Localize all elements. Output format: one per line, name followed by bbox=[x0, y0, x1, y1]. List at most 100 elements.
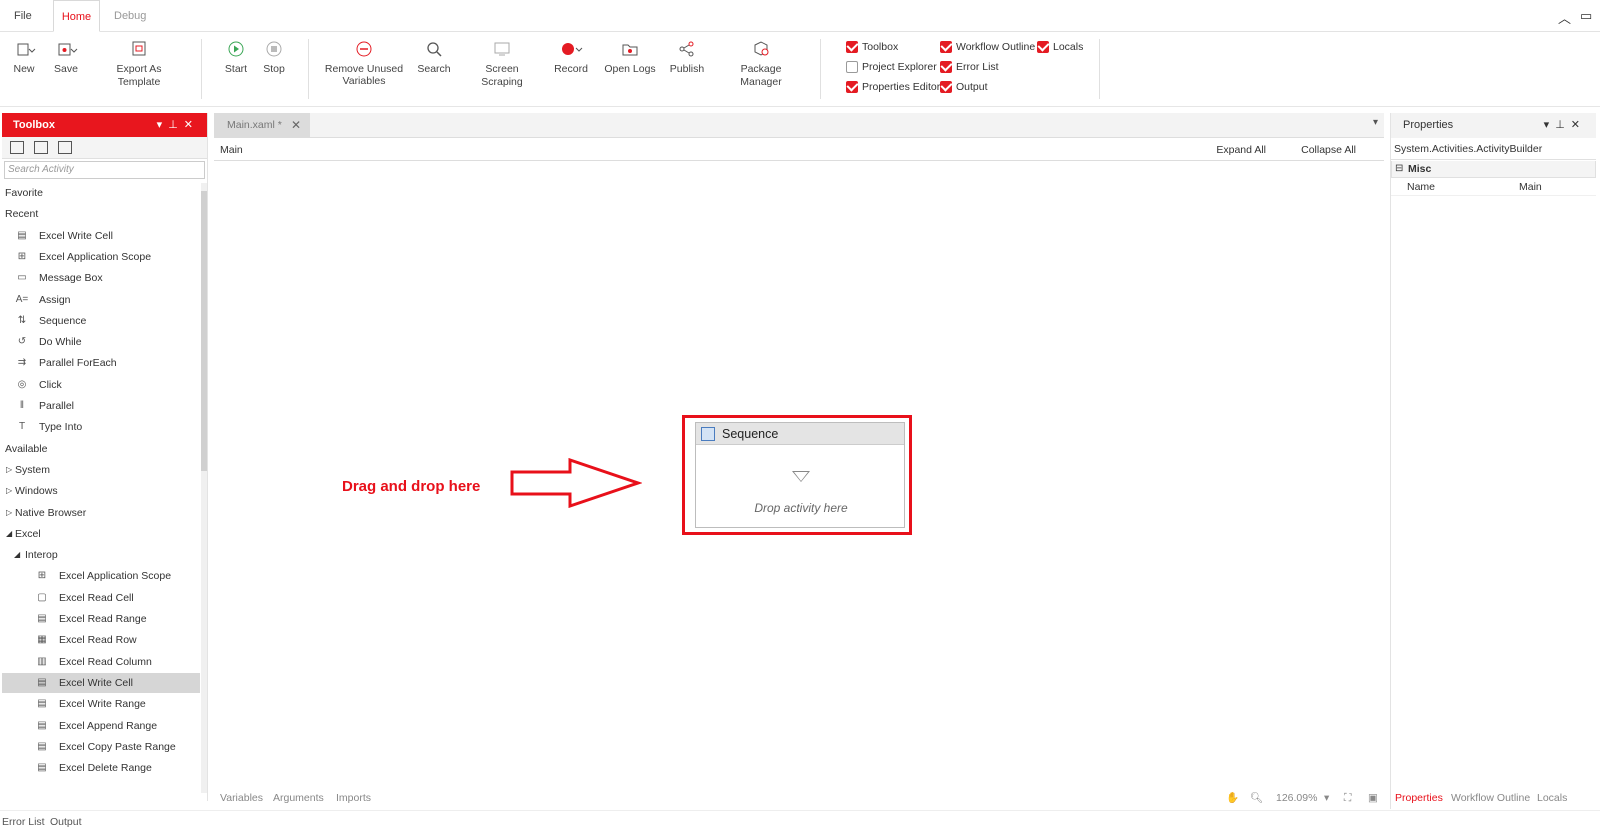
toolbox-activity-item[interactable]: ▤ Excel Read Range bbox=[2, 609, 200, 629]
new-button[interactable]: New bbox=[8, 37, 40, 76]
checkbox-checked-icon bbox=[846, 81, 858, 93]
toolbox-group[interactable]: ◢ Interop bbox=[2, 545, 200, 565]
toolbox-activity-item[interactable]: ‖ Parallel bbox=[2, 396, 200, 416]
collapse-all-icon[interactable] bbox=[34, 141, 48, 154]
tab-home[interactable]: Home bbox=[53, 0, 100, 32]
tab-overflow-icon[interactable]: ▾ bbox=[1373, 117, 1378, 128]
property-row[interactable]: Name Main bbox=[1391, 178, 1596, 196]
toolbox-activity-item[interactable]: ⊞ Excel Application Scope bbox=[2, 247, 200, 267]
expanded-arrow-icon[interactable]: ◢ bbox=[6, 524, 12, 544]
zoom-level[interactable]: 126.09% bbox=[1276, 788, 1317, 808]
notifications-icon[interactable]: ▭ bbox=[1580, 8, 1592, 24]
toolbox-activity-item[interactable]: ▥ Excel Read Column bbox=[2, 652, 200, 672]
locals-panel-checkbox[interactable]: Locals bbox=[1037, 41, 1083, 53]
search-button[interactable]: Search bbox=[415, 37, 453, 76]
designer-canvas[interactable]: Drag and drop here Sequence Drop activit… bbox=[214, 162, 1384, 788]
expand-all-button[interactable]: Expand All bbox=[1216, 139, 1266, 161]
properties-editor-panel-checkbox[interactable]: Properties Editor bbox=[846, 81, 940, 93]
toolbox-activity-item[interactable]: T Type Into bbox=[2, 417, 200, 437]
export-as-template-button[interactable]: Export As Template bbox=[94, 37, 184, 89]
publish-button[interactable]: Publish bbox=[667, 37, 707, 76]
package-manager-button[interactable]: Package Manager bbox=[720, 37, 802, 89]
open-logs-button[interactable]: Open Logs bbox=[604, 37, 656, 76]
toolbox-activity-item[interactable]: ⇅ Sequence bbox=[2, 311, 200, 331]
checkbox-checked-icon bbox=[940, 81, 952, 93]
start-label: Start bbox=[224, 63, 248, 75]
toolbox-activity-item[interactable]: ▤ Excel Delete Range bbox=[2, 758, 200, 778]
list-view-icon[interactable] bbox=[58, 141, 72, 154]
collapse-all-button[interactable]: Collapse All bbox=[1301, 139, 1356, 161]
screen-scraping-button[interactable]: Screen Scraping bbox=[464, 37, 540, 89]
overview-icon[interactable]: ▣ bbox=[1368, 788, 1378, 808]
tab-main-xaml[interactable]: Main.xaml * ✕ bbox=[214, 113, 310, 138]
toolbox-activity-item[interactable]: ▭ Message Box bbox=[2, 268, 200, 288]
toolbox-activity-item[interactable]: ▤ Excel Copy Paste Range bbox=[2, 737, 200, 757]
collapse-ribbon-icon[interactable]: ︿ bbox=[1558, 8, 1571, 27]
toolbox-activity-item[interactable]: ▤ Excel Append Range bbox=[2, 716, 200, 736]
expand-all-icon[interactable] bbox=[10, 141, 24, 154]
toolbox-activity-item[interactable]: ▤ Excel Write Cell bbox=[2, 672, 200, 693]
sequence-header[interactable]: Sequence bbox=[696, 423, 904, 445]
collapsed-arrow-icon[interactable]: ▷ bbox=[6, 460, 12, 480]
sequence-activity[interactable]: Sequence Drop activity here bbox=[695, 422, 905, 528]
drop-activity-placeholder[interactable]: Drop activity here bbox=[696, 501, 906, 515]
remove-unused-variables-button[interactable]: Remove Unused Variables bbox=[322, 37, 406, 87]
close-icon[interactable]: ✕ bbox=[291, 113, 301, 138]
output-tab[interactable]: Output bbox=[50, 811, 82, 832]
hand-pan-icon[interactable]: ✋ bbox=[1226, 788, 1239, 808]
close-icon[interactable]: ✕ bbox=[184, 119, 199, 131]
toolbox-activity-item[interactable]: ▤ Excel Write Range bbox=[2, 694, 200, 714]
zoom-icon[interactable]: 🔍︎ bbox=[1250, 788, 1263, 808]
start-button[interactable]: Start bbox=[220, 37, 252, 76]
toolbox-search-input[interactable]: Search Activity bbox=[4, 161, 205, 179]
project-explorer-panel-checkbox[interactable]: Project Explorer bbox=[846, 61, 937, 73]
workflow-outline-panel-checkbox[interactable]: Workflow Outline bbox=[940, 41, 1035, 53]
toolbox-activity-item[interactable]: ⊞ Excel Application Scope bbox=[2, 566, 200, 586]
tab-workflow-outline[interactable]: Workflow Outline bbox=[1451, 787, 1530, 809]
error-list-panel-checkbox[interactable]: Error List bbox=[940, 61, 999, 73]
variables-tab[interactable]: Variables bbox=[220, 788, 263, 808]
error-list-tab[interactable]: Error List bbox=[2, 811, 45, 832]
toolbox-activity-item[interactable]: ⇉ Parallel ForEach bbox=[2, 353, 200, 373]
pin-icon[interactable]: ⊥ bbox=[1555, 119, 1571, 131]
save-button[interactable]: Save bbox=[50, 37, 82, 76]
toolbox-item-label: Excel Application Scope bbox=[59, 570, 172, 583]
record-button[interactable]: Record bbox=[553, 37, 589, 76]
property-value[interactable]: Main bbox=[1519, 178, 1542, 196]
toolbox-activity-item[interactable]: ↺ Do While bbox=[2, 332, 200, 352]
dropdown-icon[interactable]: ▾ bbox=[157, 119, 169, 131]
toolbox-group[interactable]: ▷ Windows bbox=[2, 481, 200, 501]
tab-locals[interactable]: Locals bbox=[1537, 787, 1567, 809]
collapsed-arrow-icon[interactable]: ▷ bbox=[6, 503, 12, 523]
toolbox-activity-item[interactable]: A= Assign bbox=[2, 290, 200, 310]
toolbox-panel-checkbox[interactable]: Toolbox bbox=[846, 41, 898, 53]
dropdown-icon[interactable]: ▾ bbox=[1544, 119, 1556, 131]
toolbox-group[interactable]: ▷ System bbox=[2, 460, 200, 480]
excel-scope-icon: ⊞ bbox=[17, 250, 27, 262]
toolbox-activity-item[interactable]: ◎ Click bbox=[2, 375, 200, 395]
tab-file[interactable]: File bbox=[4, 0, 42, 32]
tab-properties[interactable]: Properties bbox=[1395, 787, 1443, 809]
collapsed-arrow-icon[interactable]: ▷ bbox=[6, 481, 12, 501]
toolbox-item-label: Windows bbox=[15, 485, 58, 498]
output-panel-checkbox[interactable]: Output bbox=[940, 81, 988, 93]
arguments-tab[interactable]: Arguments bbox=[273, 788, 324, 808]
toolbox-group[interactable]: ◢ Excel bbox=[2, 524, 200, 544]
fit-to-screen-icon[interactable]: ⛶ bbox=[1344, 788, 1351, 808]
chevron-down-icon[interactable]: ▾ bbox=[1324, 788, 1329, 808]
breadcrumb[interactable]: Main bbox=[220, 139, 243, 161]
imports-tab[interactable]: Imports bbox=[336, 788, 371, 808]
pin-icon[interactable]: ⊥ bbox=[168, 119, 184, 131]
toolbox-group[interactable]: ▷ Native Browser bbox=[2, 503, 200, 523]
toolbox-activity-item[interactable]: ▢ Excel Read Cell bbox=[2, 588, 200, 608]
ribbon-separator bbox=[820, 39, 821, 99]
toolbox-scrollbar[interactable] bbox=[201, 183, 207, 793]
properties-category[interactable]: Misc bbox=[1391, 161, 1596, 178]
expanded-arrow-icon[interactable]: ◢ bbox=[14, 545, 20, 565]
toolbox-activity-item[interactable]: ▤ Excel Write Cell bbox=[2, 226, 200, 246]
close-icon[interactable]: ✕ bbox=[1571, 119, 1586, 131]
status-bar: Error List Output bbox=[0, 810, 1600, 832]
toolbox-activity-item[interactable]: ▦ Excel Read Row bbox=[2, 630, 200, 650]
stop-button[interactable]: Stop bbox=[258, 37, 290, 76]
tab-debug[interactable]: Debug bbox=[104, 0, 156, 32]
